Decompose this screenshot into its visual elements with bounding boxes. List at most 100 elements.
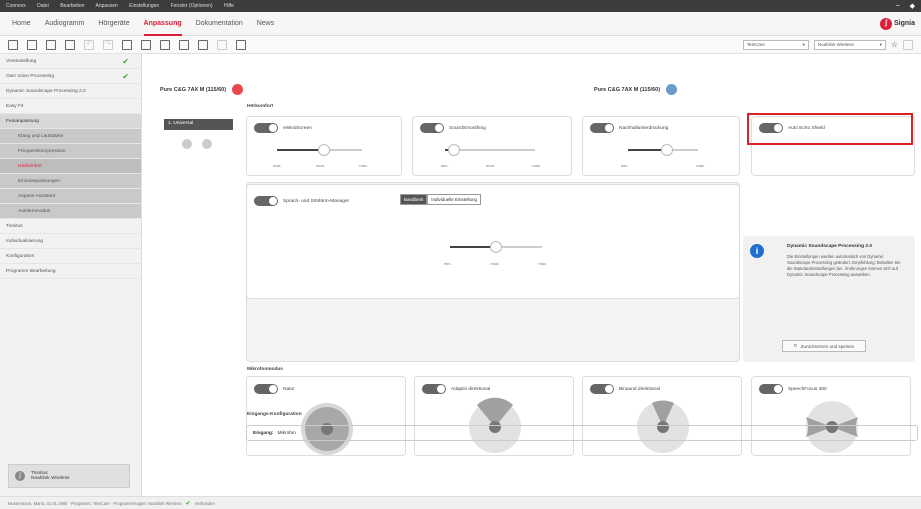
info-card: i Dynamic Soundscape Processing 2.0 Die … (743, 236, 915, 362)
ewindscreen-toggle[interactable] (254, 123, 278, 133)
sidebar-item-own-voice[interactable]: Own Voice Processing ✔ (0, 69, 141, 84)
redo-icon[interactable]: ↷ (103, 39, 113, 50)
sidebar-item-assistent[interactable]: Anpass-Assistent (0, 189, 141, 204)
save-icon[interactable] (46, 39, 56, 50)
tick-label: min. (441, 163, 449, 168)
reset-icon: ↻ (793, 343, 798, 348)
sidebar-item-einzel[interactable]: Einzelanpassungen (0, 174, 141, 189)
ewindscreen-label: eWindScreen (283, 125, 312, 131)
tab-audiogramm[interactable]: Audiogramm (45, 12, 85, 36)
remove-program-icon[interactable] (202, 139, 212, 149)
tick-label: max. (273, 163, 282, 168)
ewindscreen-slider[interactable] (277, 144, 362, 156)
search-icon[interactable] (217, 39, 227, 50)
sidebar-item-voreinstellung[interactable]: Voreinstellung ✔ (0, 54, 141, 69)
new-document-icon[interactable] (8, 39, 18, 50)
section-hoerkomfort: Hörkomfort (247, 104, 274, 109)
telecare-dropdown[interactable]: TeleCare ▾ (742, 39, 809, 50)
card-mic-binaural[interactable]: Binaural direktional (582, 376, 742, 456)
menu-item[interactable]: Connexx (6, 3, 26, 9)
tab-dokumentation[interactable]: Dokumentation (196, 12, 243, 36)
seg-bandbreit[interactable]: Bandbreit (400, 194, 428, 205)
status-bar: Mustermann, Maria, 01.01.1960 · Programm… (0, 496, 921, 509)
right-ear-icon[interactable] (232, 84, 244, 95)
user-icon[interactable] (236, 39, 246, 50)
menu-item[interactable]: Anpassen (96, 3, 118, 9)
tick-label: mod. (316, 163, 325, 168)
sidebar-item-autolern[interactable]: Autolernmodus (0, 204, 141, 219)
minimize-button[interactable]: – (896, 2, 900, 10)
speech-toggle[interactable] (254, 196, 278, 206)
soundsmoothing-label: SoundSmoothing (449, 125, 486, 131)
device-right-header: Pure C&G 7AX M (115/60) (594, 84, 678, 95)
section-eingang: Eingangs-Konfiguration (247, 412, 302, 417)
device-left-header: Pure C&G 7AX M (115/60) (160, 84, 244, 95)
menu-item[interactable]: Bearbeiten (60, 3, 84, 9)
menu-item[interactable]: Hilfe (224, 3, 234, 9)
sidebar-item-frequenz[interactable]: Frequenzkompression (0, 144, 141, 159)
device-right-name: Pure C&G 7AX M (115/60) (594, 86, 661, 93)
nachhall-label: Nachhallunterdrückung (619, 125, 669, 131)
card-soundsmoothing: SoundSmoothing min. mod. max. (412, 116, 572, 176)
card-ewindscreen: eWindScreen max. mod. max. (246, 116, 402, 176)
tab-news[interactable]: News (257, 12, 275, 36)
sidebar-item-dsp[interactable]: Dynamic Soundscape Processing 2.0 (0, 84, 141, 99)
signia-logo-icon: ʃ (879, 17, 892, 30)
toolbar: ↶ ↷ TeleCare ▾ Noahlink Wireless ▾ ☆ (0, 36, 921, 54)
nachhall-slider[interactable] (628, 144, 698, 156)
menu-item[interactable]: Datei (37, 3, 49, 9)
soundsmoothing-toggle[interactable] (420, 123, 444, 133)
menu-item[interactable]: Einstellungen (129, 3, 159, 9)
clipboard-icon[interactable] (179, 39, 189, 50)
sidebar-item-tinnitus[interactable]: Tinnitus (0, 219, 141, 234)
left-ear-icon[interactable] (666, 84, 678, 95)
menu-bar: Connexx Datei Bearbeiten Anpassen Einste… (6, 3, 244, 9)
undo-icon[interactable]: ↶ (84, 39, 94, 50)
section-mikrofonmodus: Mikrofonmodus (247, 367, 283, 372)
soundsmoothing-slider[interactable] (445, 144, 535, 156)
brand-logo: ʃ Signia (879, 17, 915, 30)
tick-label: min. (621, 163, 629, 168)
status-check-icon: ✔ (185, 500, 191, 507)
link-icon[interactable] (903, 39, 913, 50)
tick-label: mod. (490, 261, 500, 266)
tab-home[interactable]: Home (12, 12, 31, 36)
tick-label: max. (696, 163, 705, 168)
check-icon: ✔ (122, 56, 129, 66)
sidebar-item-feinanpassung[interactable]: Feinanpassung (0, 114, 141, 129)
sidebar: Voreinstellung ✔ Own Voice Processing ✔ Dy… (0, 54, 142, 496)
card-mic-adaptiv[interactable]: Adaptiv direktional (414, 376, 574, 456)
sidebar-item-easy-fit[interactable]: Easy Fit (0, 99, 141, 114)
tick-label: max. (532, 163, 541, 168)
sidebar-item-konfiguration[interactable]: Konfiguration (0, 249, 141, 264)
window-menu-button[interactable]: ◆ (910, 2, 915, 10)
highlight-box (747, 113, 913, 145)
speech-mode-switch[interactable]: Bandbreit Individuelle Einstellung (400, 194, 482, 205)
program-selector[interactable]: 1. Universal (164, 119, 233, 130)
speech-label: Sprach- und Störlärm-Manager (283, 198, 350, 204)
tab-anpassung[interactable]: Anpassung (143, 12, 182, 36)
copy-icon[interactable] (198, 39, 208, 50)
reset-button[interactable]: ↻ Zurücksetzen und speisen (782, 340, 866, 352)
add-program-icon[interactable] (182, 139, 192, 149)
speech-slider[interactable] (450, 241, 542, 253)
wrench-icon[interactable] (141, 39, 151, 50)
sidebar-item-hoerkomfort[interactable]: Hörkomfort (0, 159, 141, 174)
input-config-row[interactable]: Eingang: Mikrofon (246, 425, 918, 441)
sidebar-item-individual[interactable]: Individualisierung (0, 234, 141, 249)
programmer-dropdown[interactable]: Noahlink Wireless ▾ (813, 39, 886, 50)
natur-pattern-icon (301, 403, 353, 455)
menu-item[interactable]: Fenster (Optionen) (171, 3, 213, 9)
sidebar-item-programm[interactable]: Programm Bearbeitung (0, 264, 141, 279)
seg-individuell[interactable]: Individuelle Einstellung (427, 194, 482, 205)
nachhall-toggle[interactable] (590, 123, 614, 133)
tab-hoergeraete[interactable]: Hörgeräte (98, 12, 129, 36)
fit-icon[interactable] (122, 39, 132, 50)
open-document-icon[interactable] (27, 39, 37, 50)
print-icon[interactable] (65, 39, 75, 50)
star-icon[interactable]: ☆ (891, 40, 898, 49)
sidebar-item-klang[interactable]: Klang und Lautstärke (0, 129, 141, 144)
mic-icon[interactable] (160, 39, 170, 50)
tinnitus-panel[interactable]: ʃ Tinnitus Noahlink Wireless (8, 464, 130, 488)
card-mic-speechfocus[interactable]: SpeechFocus 360 (751, 376, 911, 456)
